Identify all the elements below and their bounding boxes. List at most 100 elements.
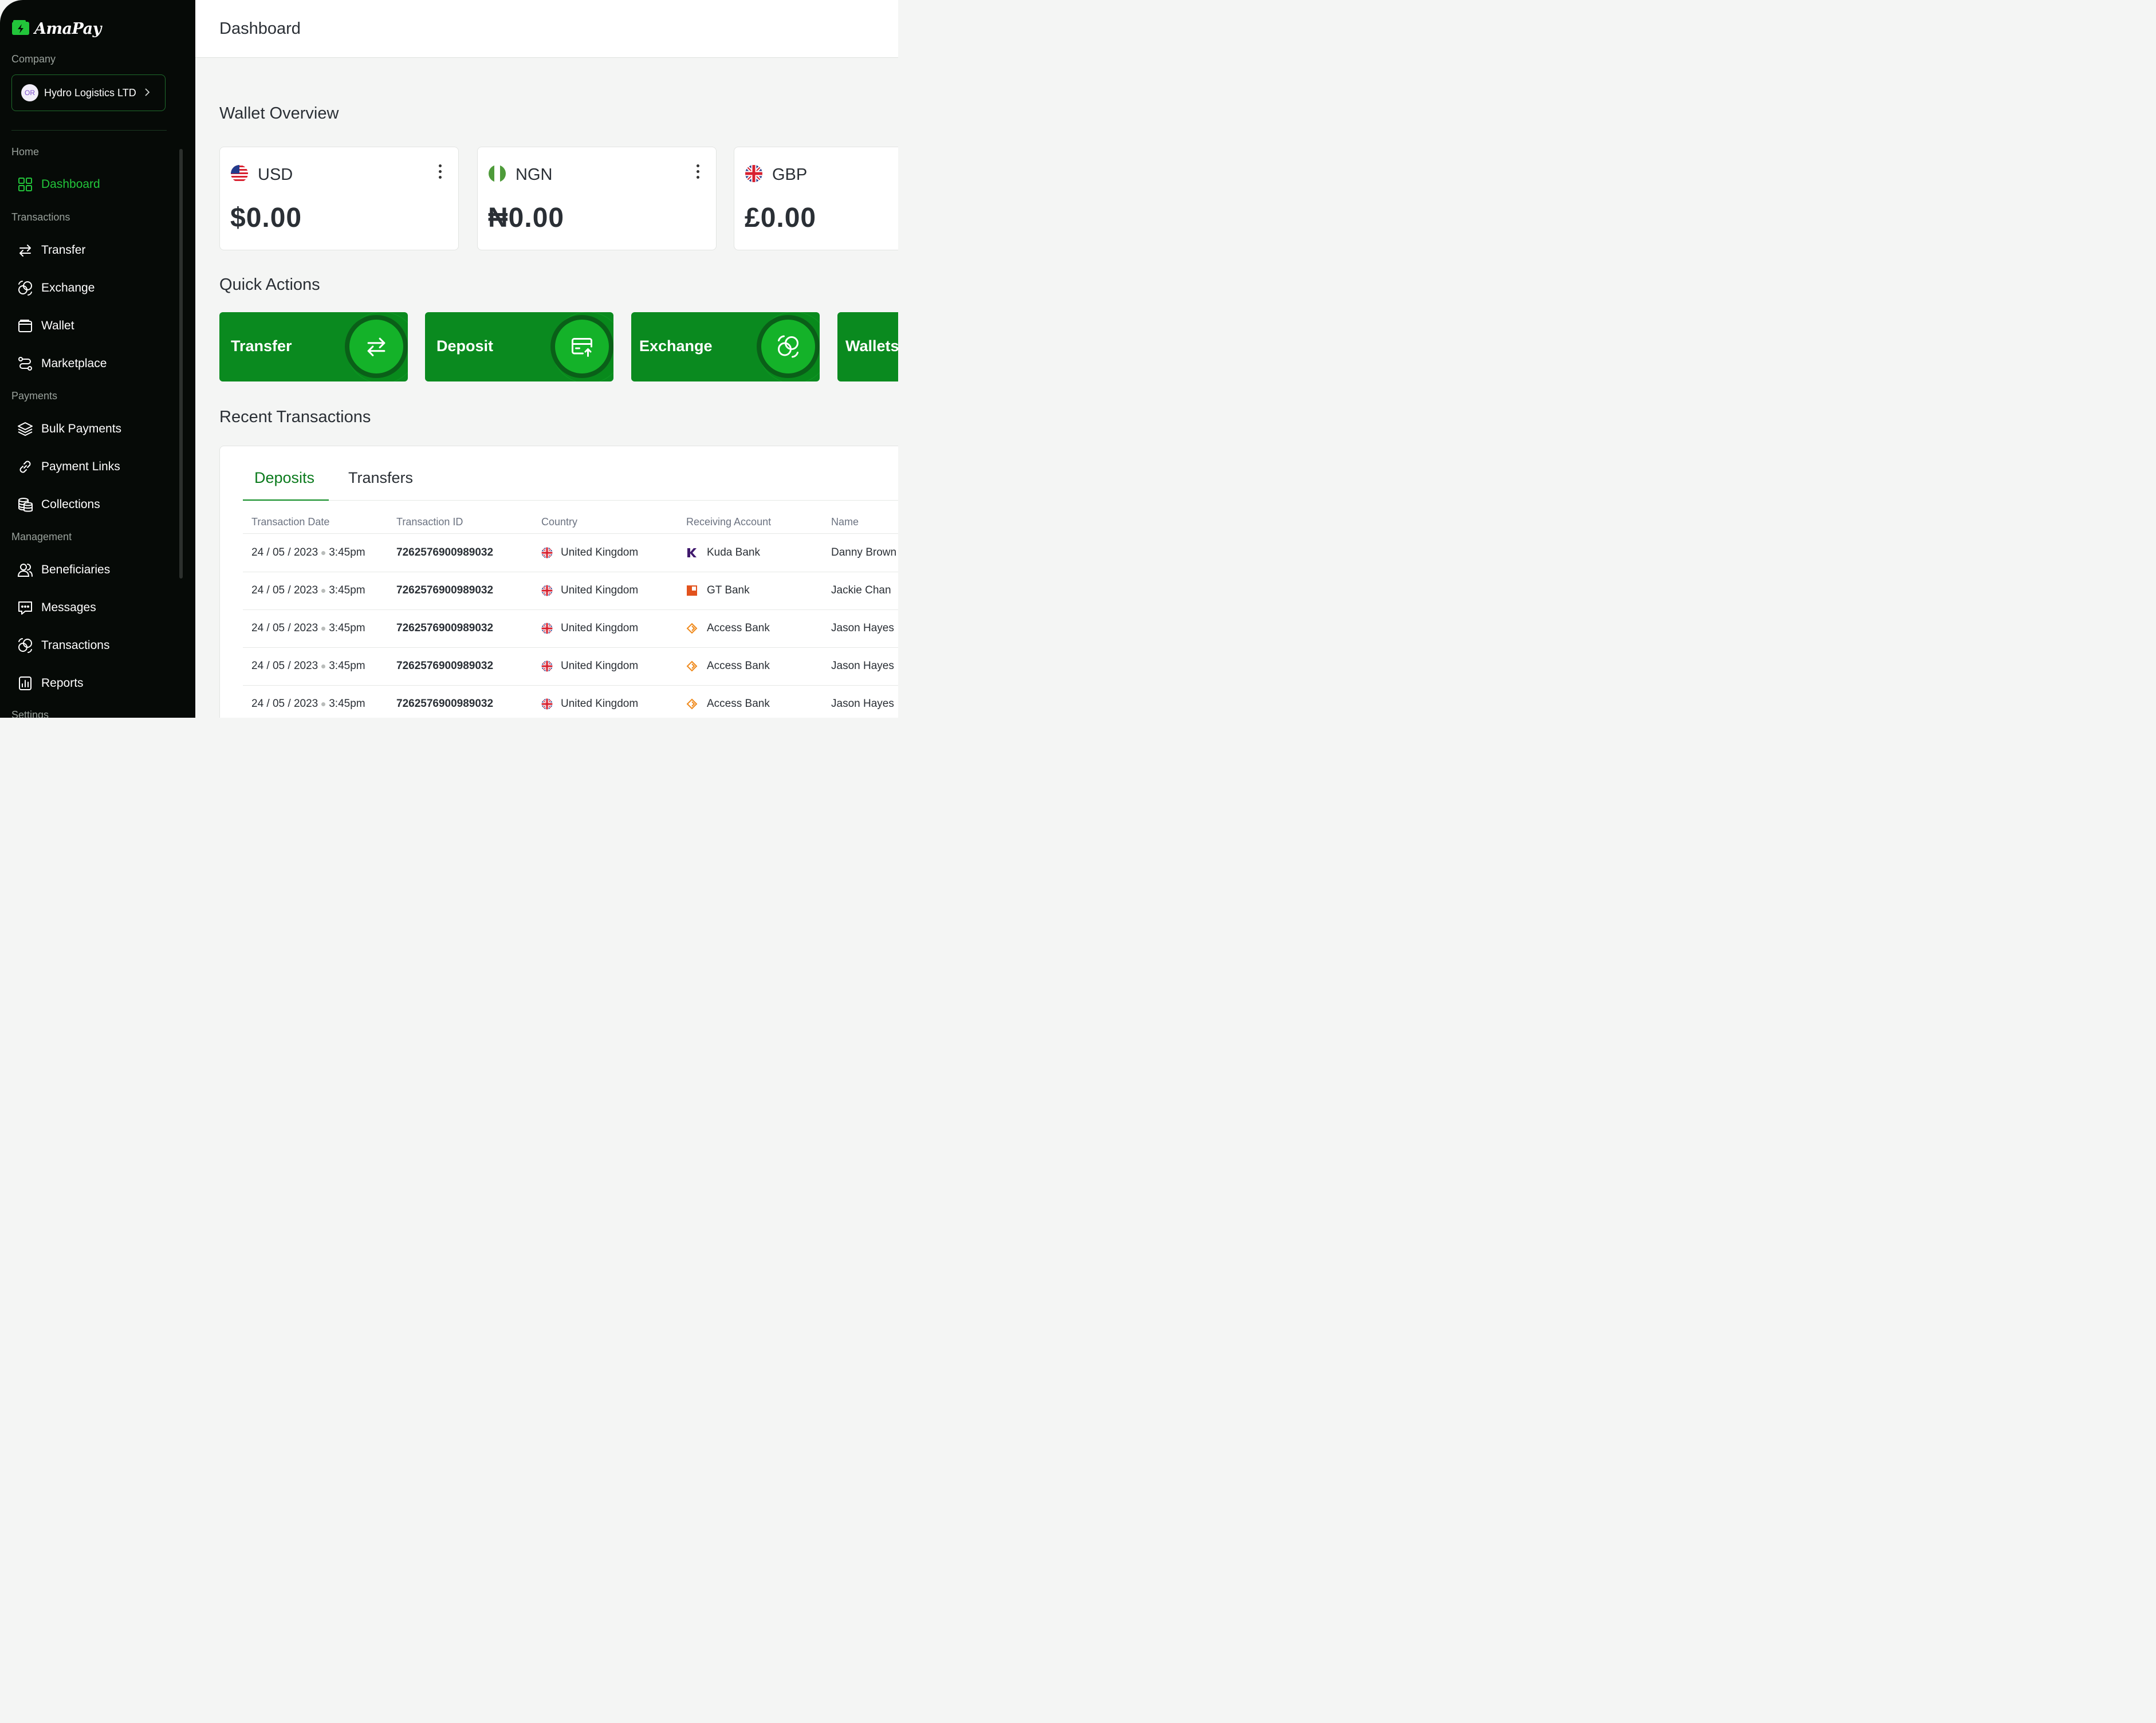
column-header-id[interactable]: Transaction ID: [396, 516, 463, 528]
quick-action-exchange[interactable]: Exchange: [631, 312, 820, 381]
table-row[interactable]: 24 / 05 / 2023 3:45pm 7262576900989032 Un…: [243, 609, 898, 648]
cell-transaction-id: 7262576900989032: [396, 546, 494, 558]
column-header-date[interactable]: Transaction Date: [251, 516, 329, 528]
uk-flag-icon: [541, 585, 553, 596]
wallet-card-header: GBP: [745, 164, 807, 186]
cell-date: 24 / 05 / 2023 3:45pm: [251, 698, 365, 710]
sidebar-item-dashboard[interactable]: Dashboard: [17, 176, 100, 192]
date-text: 24 / 05 / 2023: [251, 698, 318, 710]
country-text: United Kingdom: [561, 698, 639, 710]
section-payments: Payments: [11, 390, 58, 402]
wallet-card-header: NGN: [488, 164, 552, 186]
sidebar-item-marketplace[interactable]: Marketplace: [17, 356, 107, 372]
tab-transfers[interactable]: Transfers: [348, 469, 413, 487]
bank-name: Access Bank: [707, 660, 770, 672]
sidebar-item-beneficiaries[interactable]: Beneficiaries: [17, 562, 110, 578]
sidebar: AmaPay Company OR Hydro Logistics LTD Ho…: [0, 0, 195, 718]
sidebar-item-wallet[interactable]: Wallet: [17, 318, 74, 334]
sidebar-item-collections[interactable]: Collections: [17, 497, 100, 513]
chevron-right-icon: [144, 87, 150, 99]
wallet-card-usd[interactable]: USD $0.00: [219, 147, 459, 250]
card-upload-icon: [555, 320, 609, 373]
quick-action-transfer[interactable]: Transfer: [219, 312, 408, 381]
more-vertical-icon[interactable]: [438, 164, 442, 179]
cell-name: Jason Hayes: [831, 622, 894, 634]
quick-actions-title: Quick Actions: [219, 276, 320, 294]
sidebar-item-bulk-payments[interactable]: Bulk Payments: [17, 421, 121, 437]
link-icon: [17, 459, 33, 475]
country-text: United Kingdom: [561, 584, 639, 596]
sidebar-item-label: Transfer: [41, 243, 86, 257]
tab-deposits[interactable]: Deposits: [254, 469, 314, 487]
gtbank-logo-icon: [686, 585, 698, 596]
cell-country: United Kingdom: [541, 546, 638, 559]
cell-receiving-account: Kuda Bank: [686, 546, 760, 559]
cell-receiving-account: GT Bank: [686, 584, 750, 597]
company-switcher[interactable]: OR Hydro Logistics LTD: [11, 74, 166, 111]
exchange-icon: [761, 320, 815, 373]
separator-dot: [321, 664, 326, 668]
wallet-overview-title: Wallet Overview: [219, 104, 339, 123]
cell-date: 24 / 05 / 2023 3:45pm: [251, 660, 365, 672]
separator-dot: [321, 588, 326, 593]
quick-action-wallets[interactable]: Wallets: [837, 312, 898, 381]
wallet-bolt-icon: [11, 19, 30, 38]
section-transactions: Transactions: [11, 211, 70, 223]
date-text: 24 / 05 / 2023: [251, 584, 318, 596]
wallet-card-header: USD: [230, 164, 293, 186]
table-row[interactable]: 24 / 05 / 2023 3:45pm 7262576900989032 Un…: [243, 572, 898, 610]
sidebar-item-transactions[interactable]: Transactions: [17, 638, 109, 654]
sidebar-item-label: Beneficiaries: [41, 563, 111, 576]
sidebar-item-label: Dashboard: [41, 178, 100, 191]
separator-dot: [321, 550, 326, 555]
uk-flag-icon: [745, 164, 763, 186]
column-header-account[interactable]: Receiving Account: [686, 516, 771, 528]
access-logo-icon: [686, 660, 698, 672]
bank-name: Access Bank: [707, 698, 770, 710]
sidebar-item-transfer[interactable]: Transfer: [17, 242, 85, 258]
route-icon: [17, 356, 33, 372]
cell-name: Jason Hayes: [831, 660, 894, 672]
country-text: United Kingdom: [561, 660, 639, 672]
wallet-card-ngn[interactable]: NGN ₦0.00: [477, 147, 717, 250]
us-flag-icon: [230, 164, 249, 186]
wallet-currency-code: USD: [258, 166, 293, 184]
column-header-country[interactable]: Country: [541, 516, 577, 528]
wallet-currency-code: NGN: [516, 166, 553, 184]
app-root: AmaPay Company OR Hydro Logistics LTD Ho…: [0, 0, 898, 718]
sidebar-item-label: Transactions: [41, 639, 110, 652]
section-management: Management: [11, 531, 72, 542]
sidebar-item-reports[interactable]: Reports: [17, 675, 84, 691]
uk-flag-icon: [541, 698, 553, 710]
table-row[interactable]: 24 / 05 / 2023 3:45pm 7262576900989032 Un…: [243, 534, 898, 572]
company-avatar: OR: [21, 84, 38, 101]
wallet-balance: ₦0.00: [488, 203, 565, 233]
column-header-name[interactable]: Name: [831, 516, 859, 528]
quick-action-label: Exchange: [639, 337, 713, 355]
cell-transaction-id: 7262576900989032: [396, 698, 494, 710]
wallet-card-gbp[interactable]: GBP £0.00: [734, 147, 898, 250]
wallet-balance: £0.00: [745, 203, 817, 233]
access-logo-icon: [686, 623, 698, 634]
sidebar-item-payment-links[interactable]: Payment Links: [17, 459, 120, 475]
coins-icon: [17, 497, 33, 513]
table-row[interactable]: 24 / 05 / 2023 3:45pm 7262576900989032 Un…: [243, 647, 898, 686]
table-row[interactable]: 24 / 05 / 2023 3:45pm 7262576900989032 Un…: [243, 685, 898, 718]
quick-action-deposit[interactable]: Deposit: [425, 312, 613, 381]
cell-transaction-id: 7262576900989032: [396, 660, 494, 672]
sidebar-scrollbar[interactable]: [179, 149, 183, 579]
recent-transactions-title: Recent Transactions: [219, 408, 371, 426]
sidebar-item-exchange[interactable]: Exchange: [17, 280, 95, 296]
page-title: Dashboard: [219, 19, 301, 38]
quick-action-label: Transfer: [231, 337, 292, 355]
app-logo[interactable]: AmaPay: [11, 19, 101, 38]
more-vertical-icon[interactable]: [695, 164, 700, 179]
cell-transaction-id: 7262576900989032: [396, 622, 494, 634]
arrows-swap-icon: [17, 242, 33, 258]
sidebar-item-label: Marketplace: [41, 357, 107, 370]
sidebar-item-messages[interactable]: Messages: [17, 600, 96, 616]
uk-flag-icon: [541, 623, 553, 634]
sidebar-item-label: Bulk Payments: [41, 422, 122, 435]
bank-name: Kuda Bank: [707, 546, 760, 558]
wallet-balance: $0.00: [230, 203, 302, 233]
